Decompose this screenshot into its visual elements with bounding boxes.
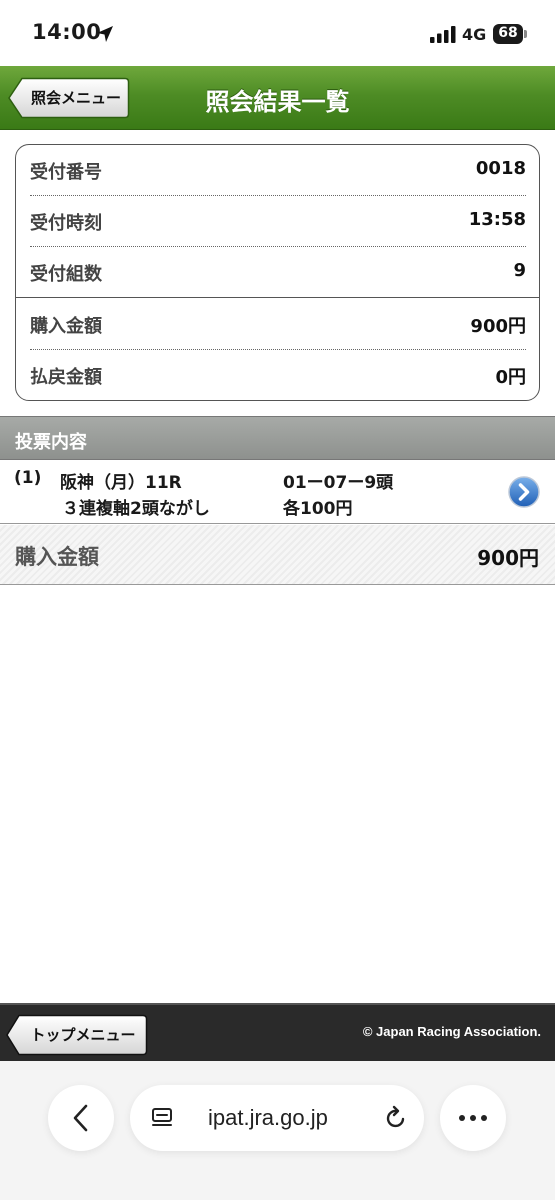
summary-row-receipt-time: 受付時刻 13:58 xyxy=(30,196,526,246)
summary-card: 受付番号 0018 受付時刻 13:58 受付組数 9 購入金額 900円 払戻… xyxy=(15,144,540,401)
url-text: ipat.jra.go.jp xyxy=(208,1105,328,1130)
bet-section-header: 投票内容 xyxy=(0,416,555,460)
row-label: 購入金額 xyxy=(30,316,102,337)
bet-type: ３連複軸2頭ながし xyxy=(62,499,210,519)
row-label: 受付番号 xyxy=(30,162,102,183)
cellular-signal-icon xyxy=(430,26,456,43)
network-type: 4G xyxy=(462,25,487,44)
summary-row-receipt-number: 受付番号 0018 xyxy=(30,145,526,195)
row-label: 受付時刻 xyxy=(30,213,102,234)
ellipsis-icon xyxy=(459,1115,487,1121)
battery-level: 68 xyxy=(498,25,518,41)
back-button-label: 照会メニュー xyxy=(30,90,121,107)
chevron-left-icon xyxy=(73,1104,88,1132)
location-arrow-icon xyxy=(97,26,113,42)
row-label: 受付組数 xyxy=(30,264,102,285)
row-value: 900円 xyxy=(470,316,526,337)
reload-icon[interactable] xyxy=(382,1104,410,1132)
row-value: 0円 xyxy=(495,367,526,388)
row-value: 9 xyxy=(513,260,526,281)
status-time: 14:00 xyxy=(32,20,102,44)
bet-amount: 各100円 xyxy=(283,499,353,519)
section-divider xyxy=(16,297,539,298)
address-bar[interactable]: ipat.jra.go.jp xyxy=(130,1085,424,1151)
browser-back-button[interactable] xyxy=(48,1085,114,1151)
total-purchase-row: 購入金額 900円 xyxy=(0,525,555,585)
app-footer: トップメニュー © Japan Racing Association. xyxy=(0,1003,555,1061)
row-label: 払戻金額 xyxy=(30,367,102,388)
battery-icon: 68 xyxy=(493,24,527,44)
bet-horses: 01ー07ー9頭 xyxy=(283,473,394,493)
bet-race: 阪神（月）11R xyxy=(60,473,182,493)
page-menu-icon[interactable] xyxy=(150,1106,174,1130)
page-title: 照会結果一覧 xyxy=(205,88,350,116)
top-menu-button[interactable]: トップメニュー xyxy=(6,1014,148,1056)
summary-row-purchase-amount: 購入金額 900円 xyxy=(30,299,526,349)
summary-row-payout-amount: 払戻金額 0円 xyxy=(30,350,526,400)
total-label: 購入金額 xyxy=(15,545,99,569)
row-value: 13:58 xyxy=(468,209,526,230)
top-menu-label: トップメニュー xyxy=(30,1027,136,1044)
bet-number: (1) xyxy=(14,468,42,488)
more-options-button[interactable] xyxy=(440,1085,506,1151)
status-bar: 14:00 4G 68 xyxy=(0,0,555,66)
bet-list-item[interactable]: (1) 阪神（月）11R 01ー07ー9頭 ３連複軸2頭ながし 各100円 xyxy=(0,460,555,524)
browser-toolbar: ipat.jra.go.jp xyxy=(0,1061,555,1200)
chevron-right-icon[interactable] xyxy=(508,476,540,508)
app-header: 照会メニュー 照会結果一覧 xyxy=(0,66,555,130)
summary-row-set-count: 受付組数 9 xyxy=(30,247,526,297)
inquiry-menu-back-button[interactable]: 照会メニュー xyxy=(8,77,130,119)
total-value: 900円 xyxy=(477,546,539,570)
row-value: 0018 xyxy=(475,158,526,179)
section-title: 投票内容 xyxy=(15,432,87,453)
copyright-text: © Japan Racing Association. xyxy=(362,1024,541,1039)
